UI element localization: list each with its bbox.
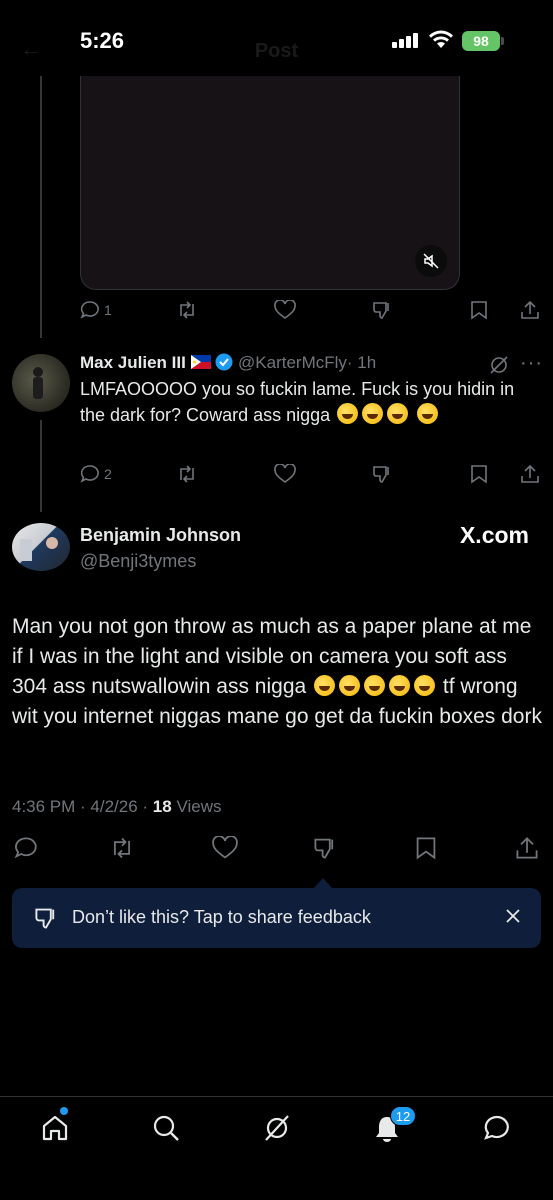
bookmark-button[interactable] <box>470 300 488 320</box>
avatar[interactable] <box>12 523 70 571</box>
thumbs-down-icon <box>373 302 389 319</box>
battery-level: 98 <box>473 33 489 49</box>
bookmark-icon <box>471 301 487 320</box>
share-button[interactable] <box>520 300 540 320</box>
repost-icon <box>114 837 130 859</box>
rofl-emoji <box>387 403 409 424</box>
bookmark-button[interactable] <box>415 836 437 865</box>
messages-icon[interactable] <box>482 1113 512 1143</box>
author-handle[interactable]: @KarterMcFly <box>238 353 347 372</box>
reply-count: 1 <box>104 302 112 318</box>
reply-actions: 2 <box>80 464 540 494</box>
more-options-icon[interactable]: ··· <box>520 352 543 375</box>
post-meta: 4:36 PM · 4/2/26 · 18 Views <box>12 797 221 817</box>
author-handle[interactable]: @Benji3tymes <box>80 551 196 572</box>
quoted-post-actions: 1 <box>80 300 540 330</box>
x-com-watermark: X.com <box>459 522 529 548</box>
reply-icon <box>14 837 37 859</box>
repost-icon <box>180 301 194 319</box>
grok-icon[interactable] <box>262 1113 292 1143</box>
share-icon <box>516 837 538 859</box>
avatar[interactable] <box>12 354 70 412</box>
post-text: Man you not gon throw as much as a paper… <box>12 612 542 732</box>
status-bar: ← Post 5:26 98 <box>0 0 553 76</box>
author-name[interactable]: Benjamin Johnson <box>80 525 241 546</box>
feedback-text[interactable]: Don’t like this? Tap to share feedback <box>72 907 371 928</box>
reply-icon <box>80 301 99 319</box>
video-media[interactable] <box>80 76 460 290</box>
wifi-icon <box>429 30 453 48</box>
home-unread-dot <box>60 1107 68 1115</box>
bottom-tab-bar <box>0 1096 553 1200</box>
reply-body: LMFAOOOOO you so fuckin lame. Fuck is yo… <box>80 379 515 425</box>
bookmark-icon <box>471 465 487 484</box>
bookmark-icon <box>416 837 436 860</box>
repost-button[interactable] <box>176 300 198 320</box>
repost-button[interactable] <box>176 464 198 484</box>
dislike-button[interactable] <box>372 300 392 320</box>
views-count[interactable]: 18 <box>153 797 172 816</box>
views-label: Views <box>171 797 222 816</box>
like-button[interactable] <box>274 300 296 320</box>
feedback-banner[interactable]: Don’t like this? Tap to share feedback <box>12 888 541 948</box>
heart-icon <box>274 464 296 483</box>
share-icon <box>521 300 539 319</box>
tears-of-joy-emoji <box>314 675 336 696</box>
bookmark-button[interactable] <box>470 464 488 484</box>
tears-of-joy-emoji <box>364 675 386 696</box>
mute-icon[interactable] <box>415 245 447 277</box>
verified-badge-icon <box>215 353 233 371</box>
share-button[interactable] <box>520 464 540 484</box>
reply-button[interactable]: 2 <box>80 464 112 484</box>
heart-icon <box>274 300 296 319</box>
thumbs-down-icon <box>373 466 389 483</box>
home-icon[interactable] <box>40 1113 70 1143</box>
battery-icon: 98 <box>462 31 500 51</box>
post-timestamp: 4:36 PM · 4/2/26 · <box>12 797 153 816</box>
repost-button[interactable] <box>109 836 135 865</box>
rofl-emoji <box>337 403 359 424</box>
search-icon[interactable] <box>151 1113 181 1143</box>
dislike-button[interactable] <box>372 464 392 484</box>
tears-of-joy-emoji <box>339 675 361 696</box>
post-actions <box>12 835 542 866</box>
reply-button[interactable] <box>14 836 38 865</box>
author-name[interactable]: Max Julien III <box>80 353 186 372</box>
tears-of-joy-emoji <box>414 675 436 696</box>
philippines-flag-icon <box>190 355 211 369</box>
cellular-signal-icon <box>392 32 420 48</box>
reply-count: 2 <box>104 466 112 482</box>
reply-header: Max Julien III @KarterMcFly· 1h <box>80 353 376 373</box>
heart-icon <box>212 835 238 859</box>
status-time: 5:26 <box>80 28 125 53</box>
reply-icon <box>80 465 99 483</box>
rofl-emoji <box>417 403 439 424</box>
share-button[interactable] <box>515 836 539 865</box>
like-button[interactable] <box>274 464 296 484</box>
thread-line <box>40 420 42 512</box>
reply-text: LMFAOOOOO you so fuckin lame. Fuck is yo… <box>80 376 520 428</box>
post-time: · 1h <box>346 353 377 372</box>
thumbs-down-icon <box>314 838 334 859</box>
share-icon <box>521 464 539 483</box>
grok-icon[interactable] <box>489 355 509 375</box>
close-icon[interactable] <box>503 906 523 926</box>
thumbs-down-icon <box>35 908 55 929</box>
tears-of-joy-emoji <box>389 675 411 696</box>
battery-tip <box>501 37 504 45</box>
notification-badge: 12 <box>390 1106 416 1126</box>
like-button[interactable] <box>212 835 238 865</box>
thread-line <box>40 76 42 338</box>
reply-button[interactable]: 1 <box>80 300 112 320</box>
dislike-button[interactable] <box>313 836 337 865</box>
repost-icon <box>180 465 194 483</box>
rofl-emoji <box>362 403 384 424</box>
